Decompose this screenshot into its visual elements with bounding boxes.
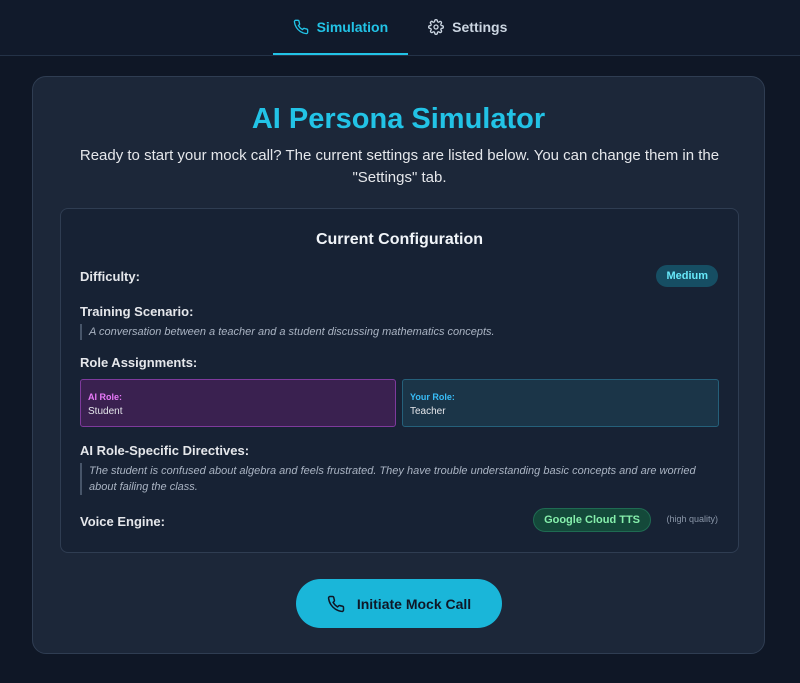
directives-text: The student is confused about algebra an…: [80, 463, 720, 495]
difficulty-badge: Medium: [656, 265, 718, 287]
voice-engine-badge: Google Cloud TTS: [533, 508, 651, 532]
tab-simulation-label: Simulation: [316, 19, 389, 35]
voice-quality-note: (high quality): [666, 514, 718, 524]
ai-role-box: AI Role: Student: [80, 379, 396, 427]
configuration-panel: Current Configuration Difficulty: Medium…: [60, 208, 739, 553]
your-role-key: Your Role:: [410, 392, 455, 402]
page-title: AI Persona Simulator: [251, 103, 546, 135]
scenario-label: Training Scenario:: [80, 304, 194, 319]
voice-label: Voice Engine:: [80, 514, 165, 529]
phone-icon: [293, 19, 308, 35]
ai-role-key: AI Role:: [88, 392, 123, 402]
difficulty-label: Difficulty:: [80, 269, 140, 284]
scenario-text: A conversation between a teacher and a s…: [80, 324, 720, 340]
top-nav: Simulation Settings: [0, 0, 800, 56]
config-title: Current Configuration: [315, 231, 484, 248]
your-role-box: Your Role: Teacher: [402, 379, 719, 427]
simulator-card: AI Persona Simulator Ready to start your…: [32, 76, 765, 654]
your-role-value: Teacher: [410, 406, 446, 417]
page-subtitle: Ready to start your mock call? The curre…: [79, 147, 720, 186]
ai-role-value: Student: [88, 406, 123, 417]
gear-icon: [428, 19, 445, 35]
phone-icon: [327, 595, 345, 612]
directives-label: AI Role-Specific Directives:: [80, 443, 250, 458]
tab-settings-label: Settings: [452, 19, 508, 35]
roles-label: Role Assignments:: [80, 355, 198, 370]
initiate-mock-call-button[interactable]: Initiate Mock Call: [296, 579, 502, 628]
initiate-mock-call-label: Initiate Mock Call: [356, 595, 472, 612]
tab-simulation[interactable]: Simulation: [272, 1, 409, 55]
tab-settings[interactable]: Settings: [408, 1, 527, 55]
